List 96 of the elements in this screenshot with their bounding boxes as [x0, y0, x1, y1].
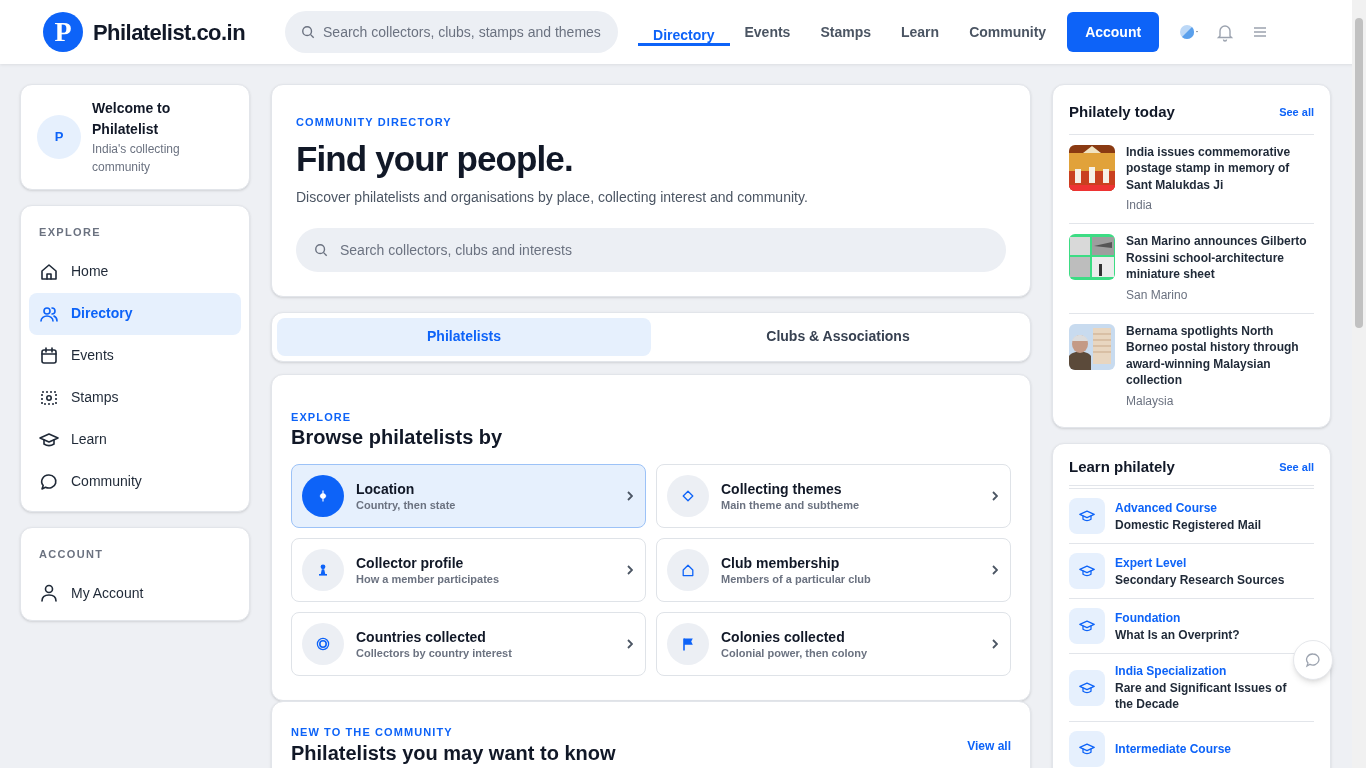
- graduation-cap-icon: [1079, 563, 1095, 579]
- filter-option[interactable]: Colonies collected Colonial power, then colony: [656, 612, 1011, 676]
- account-button[interactable]: Account: [1067, 12, 1160, 52]
- welcome-title: Welcome to Philatelist: [92, 99, 172, 139]
- calendar-icon: [39, 345, 59, 366]
- page-title: Find your people.: [296, 137, 573, 180]
- card-title: Philately today: [1069, 102, 1175, 122]
- lesson-level: Expert Level: [1115, 554, 1188, 572]
- graduation-cap-icon: [1079, 508, 1095, 524]
- home-icon: [39, 261, 59, 282]
- news-place: Malaysia: [1126, 392, 1175, 410]
- target-icon: [315, 636, 331, 652]
- logo-icon[interactable]: P: [43, 12, 83, 52]
- page-description: Discover philatelists and organisations by place, collecting interest and community.: [296, 187, 808, 207]
- news-headline[interactable]: India issues commemorative postage stamp in memory of Sant Malukdas Ji: [1126, 143, 1314, 193]
- sidebar-item[interactable]: My Account: [29, 572, 241, 614]
- chevron-icon: [627, 491, 633, 501]
- lesson-level: Advanced Course: [1115, 499, 1219, 517]
- eyebrow-label: NEW TO THE COMMUNITY: [291, 725, 453, 740]
- filter-option[interactable]: Location Country, then state: [291, 464, 646, 528]
- house-icon: [680, 562, 696, 578]
- option-subtitle: Colonial power, then colony: [721, 646, 869, 660]
- option-title: Countries collected: [356, 628, 487, 646]
- sidebar-item[interactable]: Learn: [29, 418, 241, 461]
- chat-icon: [39, 471, 59, 492]
- section-title: Browse philatelists by: [291, 425, 503, 449]
- option-subtitle: How a member participates: [356, 572, 501, 586]
- lesson-item[interactable]: India Specialization Rare and Significant Issues of the Decade: [1069, 663, 1291, 712]
- see-all-link[interactable]: See all: [1279, 104, 1314, 121]
- sidebar-item[interactable]: Directory: [29, 292, 241, 335]
- search-icon: [301, 25, 316, 39]
- lesson-level: India Specialization: [1115, 663, 1228, 680]
- sidebar-item[interactable]: Community: [29, 460, 241, 503]
- brand-name[interactable]: Philatelist.co.in: [93, 15, 246, 49]
- diamond-icon: [680, 488, 696, 504]
- option-title: Collector profile: [356, 554, 465, 572]
- filter-option[interactable]: Collector profile How a member participates: [291, 538, 646, 602]
- lesson-item[interactable]: Advanced Course Domestic Registered Mail: [1069, 498, 1262, 534]
- filter-option[interactable]: Countries collected Collectors by country interest: [291, 612, 646, 676]
- tab[interactable]: Philatelists: [277, 317, 651, 356]
- card-title: Learn philately: [1069, 456, 1175, 477]
- chevron-icon: [627, 639, 633, 649]
- search-field[interactable]: Search collectors, clubs and interests: [296, 227, 1006, 272]
- nav-link[interactable]: Learn: [886, 0, 955, 64]
- nav-link[interactable]: Events: [729, 0, 806, 64]
- graduation-cap-icon: [1079, 741, 1095, 757]
- option-title: Colonies collected: [721, 628, 846, 646]
- welcome-subtitle: India's collecting community: [92, 141, 181, 176]
- option-subtitle: Main theme and subtheme: [721, 498, 861, 512]
- flag-icon: [680, 636, 696, 652]
- eyebrow-label: EXPLORE: [291, 409, 352, 425]
- avatar: P: [37, 115, 81, 159]
- section-heading: ACCOUNT: [39, 546, 104, 562]
- section-heading: EXPLORE: [39, 225, 101, 240]
- news-headline[interactable]: Bernama spotlights North Borneo postal history through award-winning Malaysian collection: [1126, 322, 1314, 389]
- nav-link[interactable]: Directory: [638, 24, 730, 46]
- lesson-item[interactable]: Expert Level Secondary Research Sources: [1069, 553, 1285, 589]
- news-place: India: [1126, 197, 1154, 214]
- lesson-title: Domestic Registered Mail: [1115, 516, 1262, 533]
- sidebar-item[interactable]: Events: [29, 334, 241, 377]
- tab[interactable]: Clubs & Associations: [651, 317, 1025, 356]
- option-title: Collecting themes: [721, 480, 843, 498]
- chevron-icon: [992, 491, 998, 501]
- lesson-title: Secondary Research Sources: [1115, 571, 1285, 588]
- option-subtitle: Collectors by country interest: [356, 646, 513, 660]
- chat-icon: [1305, 652, 1321, 668]
- section-title: Philatelists you may want to know: [291, 740, 616, 765]
- option-subtitle: Members of a particular club: [721, 572, 872, 586]
- option-title: Club membership: [721, 554, 841, 572]
- option-title: Location: [356, 480, 416, 498]
- view-all-link[interactable]: View all: [967, 737, 1011, 755]
- lesson-level: Intermediate Course: [1115, 740, 1232, 758]
- news-place: San Marino: [1126, 286, 1189, 304]
- lesson-item[interactable]: Intermediate Course: [1069, 731, 1232, 767]
- search-icon: [314, 242, 328, 257]
- option-subtitle: Country, then state: [356, 498, 457, 512]
- chevron-icon: [627, 565, 633, 575]
- sidebar-item[interactable]: Stamps: [29, 376, 241, 419]
- lesson-title: What Is an Overprint?: [1115, 626, 1240, 643]
- filter-option[interactable]: Collecting themes Main theme and subtheme: [656, 464, 1011, 528]
- graduation-cap-icon: [1079, 618, 1095, 634]
- lesson-level: Foundation: [1115, 609, 1182, 627]
- see-all-link[interactable]: See all: [1279, 458, 1314, 475]
- news-headline[interactable]: San Marino announces Gilberto Rossini school-architecture miniature sheet: [1126, 233, 1314, 283]
- sidebar-item[interactable]: Home: [29, 250, 241, 293]
- lesson-title: Rare and Significant Issues of the Decade: [1115, 680, 1288, 712]
- lesson-item[interactable]: Foundation What Is an Overprint?: [1069, 608, 1240, 644]
- nav-link[interactable]: Community: [954, 0, 1062, 64]
- chevron-icon: [992, 639, 998, 649]
- nav-link[interactable]: Stamps: [805, 0, 886, 64]
- user-icon: [39, 583, 59, 603]
- chevron-icon: [992, 565, 998, 575]
- filter-option[interactable]: Club membership Members of a particular club: [656, 538, 1011, 602]
- search-field[interactable]: Search collectors, clubs, stamps and themes: [285, 11, 619, 53]
- menu-icon[interactable]: [1253, 26, 1268, 38]
- eyebrow-label: COMMUNITY DIRECTORY: [296, 115, 452, 130]
